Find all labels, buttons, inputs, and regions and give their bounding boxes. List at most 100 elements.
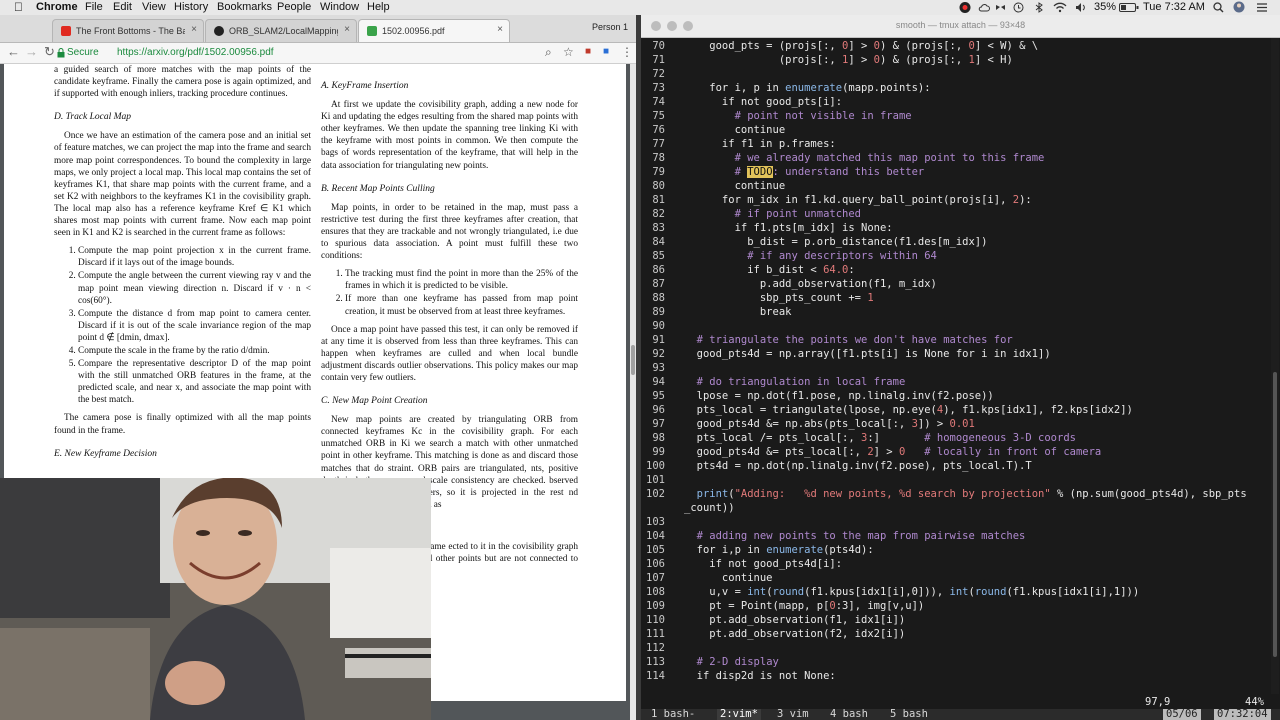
back-button[interactable]: ← — [7, 45, 20, 59]
profile-button[interactable]: Person 1 — [592, 22, 628, 32]
code-text: if not good_pts[i]: — [684, 96, 843, 108]
line-number: 96 — [652, 404, 665, 416]
close-icon[interactable]: × — [497, 24, 503, 35]
line-number: 85 — [652, 250, 665, 262]
code-text: # if any descriptors within 64 — [747, 250, 937, 262]
code-text: (projs[:, 1] > 0) & (projs[:, 1] < H) — [684, 54, 1013, 66]
vim-editor[interactable]: 70 good_pts = (projs[:, 0] > 0) & (projs… — [641, 38, 1280, 694]
terminal-scrollbar-thumb[interactable] — [1273, 372, 1277, 657]
code-line: 76 continue — [641, 123, 785, 137]
line-number: 103 — [646, 516, 665, 528]
line-number: 86 — [652, 264, 665, 276]
extension-icon-2[interactable]: ■ — [603, 46, 609, 58]
paragraph: Map points, in order to be retained in t… — [321, 202, 578, 262]
volume-icon[interactable] — [1075, 2, 1087, 13]
search-icon[interactable]: ⌕ — [545, 46, 552, 58]
code-text: # we already matched this map point to t… — [734, 152, 1045, 164]
menu-people[interactable]: People — [277, 1, 311, 14]
paragraph: Once a map point have passed this test, … — [321, 324, 578, 383]
extension-icon[interactable]: ■ — [585, 46, 591, 58]
code-line: 108 u,v = int(round(f1.kpus[idx1[i],0]))… — [641, 585, 1139, 599]
code-line: 88 sbp_pts_count += 1 — [641, 291, 873, 305]
line-number: 108 — [646, 586, 665, 598]
code-text: for i,p in enumerate(pts4d): — [684, 544, 874, 556]
tmux-window-5[interactable]: 5 bash — [890, 709, 928, 720]
line-number: 80 — [652, 180, 665, 192]
tab-pdf[interactable]: 1502.00956.pdf × — [358, 19, 510, 42]
line-number: 111 — [646, 628, 665, 640]
code-text: if not good_pts4d[i]: — [684, 558, 843, 570]
code-line: 80 continue — [641, 179, 785, 193]
code-line: 72 — [641, 67, 684, 81]
code-line: 81 for m_idx in f1.kd.query_ball_point(p… — [641, 193, 1031, 207]
line-number: 89 — [652, 306, 665, 318]
tab-orb-slam2[interactable]: ORB_SLAM2/LocalMapping.cc × — [205, 19, 357, 42]
code-line: 102 print("Adding: %d new points, %d sea… — [641, 487, 1247, 501]
code-line: 104 # adding new points to the map from … — [641, 529, 1025, 543]
tab-title: ORB_SLAM2/LocalMapping.cc — [229, 26, 338, 36]
code-text: if f1 in p.frames: — [684, 138, 836, 150]
menu-window[interactable]: Window — [320, 1, 359, 14]
tmux-window-4[interactable]: 4 bash — [830, 709, 868, 720]
code-text: # 2-D display — [696, 656, 779, 668]
time-machine-icon[interactable] — [1013, 2, 1024, 13]
spotlight-icon[interactable] — [1213, 2, 1224, 13]
terminal-titlebar: smooth — tmux attach — 93×48 — [641, 15, 1280, 38]
bluetooth-icon[interactable] — [1035, 2, 1043, 13]
wifi-icon[interactable] — [1053, 2, 1067, 13]
bookmark-star-icon[interactable]: ☆ — [563, 46, 574, 58]
code-line: 111 pt.add_observation(f2, idx2[i]) — [641, 627, 905, 641]
code-text: u,v = int(round(f1.kpus[idx1[i],0])), in… — [684, 586, 1140, 598]
webcam-overlay — [0, 478, 431, 720]
code-text: good_pts = (projs[:, 0] > 0) & (projs[:,… — [684, 40, 1039, 52]
tmux-window-2[interactable]: 2:vim* — [717, 709, 761, 720]
forward-button[interactable]: → — [25, 45, 38, 59]
line-number: 75 — [652, 110, 665, 122]
line-number: 70 — [652, 40, 665, 52]
code-line: 97 good_pts4d &= np.abs(pts_local[:, 3])… — [641, 417, 974, 431]
apple-icon[interactable]:  — [14, 0, 23, 14]
record-icon[interactable] — [958, 1, 972, 14]
menu-edit[interactable]: Edit — [113, 1, 132, 14]
menu-bookmarks[interactable]: Bookmarks — [217, 1, 272, 14]
line-number: 114 — [646, 670, 665, 682]
code-line: 82 # if point unmatched — [641, 207, 861, 221]
line-number: 95 — [652, 390, 665, 402]
chrome-menu-icon[interactable]: ⋮ — [621, 46, 633, 58]
close-icon[interactable]: × — [344, 24, 350, 35]
menu-history[interactable]: History — [174, 1, 208, 14]
close-icon[interactable]: × — [191, 24, 197, 35]
notification-center-icon[interactable] — [1256, 2, 1268, 13]
menu-clock[interactable]: Tue 7:32 AM — [1143, 1, 1205, 14]
tmux-window-3[interactable]: 3 vim — [777, 709, 809, 720]
menu-help[interactable]: Help — [367, 1, 390, 14]
section-heading: E. New Keyframe Decision — [54, 448, 157, 459]
user-avatar-icon[interactable] — [1233, 1, 1245, 13]
battery-icon[interactable] — [1119, 3, 1139, 12]
line-number: 100 — [646, 460, 665, 472]
address-bar[interactable]: https://arxiv.org/pdf/1502.00956.pdf — [117, 47, 274, 58]
cloud-icon[interactable] — [978, 2, 990, 13]
code-line: 75 # point not visible in frame — [641, 109, 911, 123]
reload-button[interactable]: ↻ — [44, 45, 55, 59]
line-number: 92 — [652, 348, 665, 360]
code-line: 96 pts_local = triangulate(lpose, np.eye… — [641, 403, 1133, 417]
pdf-scrollbar-thumb[interactable] — [631, 345, 635, 375]
menu-app-name[interactable]: Chrome — [36, 1, 78, 14]
code-line: 71 (projs[:, 1] > 0) & (projs[:, 1] < H) — [641, 53, 1013, 67]
tmux-window-1[interactable]: 1 bash- — [651, 709, 695, 720]
menu-view[interactable]: View — [142, 1, 166, 14]
line-number: 81 — [652, 194, 665, 206]
line-number: 113 — [646, 656, 665, 668]
line-number: 73 — [652, 82, 665, 94]
code-text: lpose = np.dot(f1.pose, np.linalg.inv(f2… — [684, 390, 994, 402]
tab-front-bottoms[interactable]: The Front Bottoms - The Bac × — [52, 19, 204, 42]
battery-percent: 35% — [1094, 1, 1117, 13]
menu-file[interactable]: File — [85, 1, 103, 14]
line-number: 82 — [652, 208, 665, 220]
github-icon — [214, 26, 224, 36]
list-item: Compute the angle between the current vi… — [78, 270, 311, 306]
line-number: 107 — [646, 572, 665, 584]
dropbox-icon[interactable] — [995, 2, 1006, 13]
code-line: 95 lpose = np.dot(f1.pose, np.linalg.inv… — [641, 389, 994, 403]
